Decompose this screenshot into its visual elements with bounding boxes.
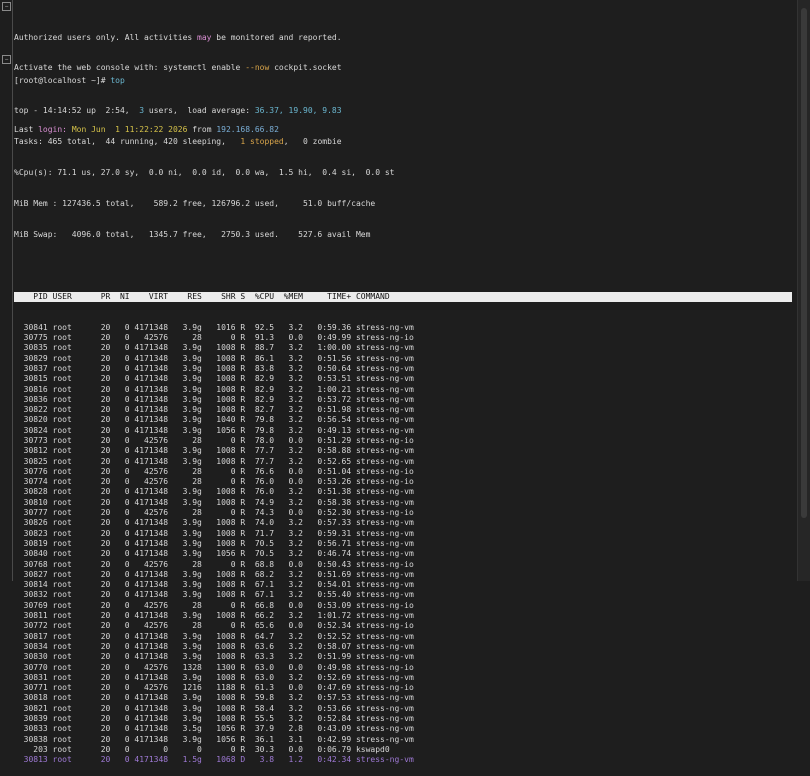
uptime-line: top - 14:14:52 up 2:54, 3 users, load av… bbox=[14, 106, 342, 116]
process-row: 30771 root 20 0 42576 1216 1188 R 61.3 0… bbox=[14, 683, 414, 693]
process-row: 30773 root 20 0 42576 28 0 R 78.0 0.0 0:… bbox=[14, 435, 414, 445]
process-row: 30821 root 20 0 4171348 3.9g 1008 R 58.4… bbox=[14, 703, 414, 713]
shell-prompt[interactable]: [root@localhost ~]# top bbox=[14, 76, 792, 86]
process-row: 30769 root 20 0 42576 28 0 R 66.8 0.0 0:… bbox=[14, 600, 414, 610]
process-row: 203 root 20 0 0 0 0 R 30.3 0.0 0:06.79 k… bbox=[14, 744, 390, 754]
process-row: 30823 root 20 0 4171348 3.9g 1008 R 71.7… bbox=[14, 528, 414, 538]
scrollbar-thumb[interactable] bbox=[801, 8, 807, 518]
process-row: 30824 root 20 0 4171348 3.9g 1056 R 79.8… bbox=[14, 425, 414, 435]
process-row: 30817 root 20 0 4171348 3.9g 1008 R 64.7… bbox=[14, 631, 414, 641]
process-row: 30812 root 20 0 4171348 3.9g 1008 R 77.7… bbox=[14, 446, 414, 456]
mem-line: MiB Mem : 127436.5 total, 589.2 free, 12… bbox=[14, 199, 376, 209]
process-table-header: PID USER PR NI VIRT RES SHR S %CPU %MEM … bbox=[14, 291, 792, 303]
process-row: 30827 root 20 0 4171348 3.9g 1008 R 68.2… bbox=[14, 569, 414, 579]
process-row: 30811 root 20 0 4171348 3.9g 1008 R 66.2… bbox=[14, 611, 414, 621]
process-row: 30830 root 20 0 4171348 3.9g 1008 R 63.3… bbox=[14, 652, 414, 662]
process-row: 30775 root 20 0 42576 28 0 R 91.3 0.0 0:… bbox=[14, 333, 414, 343]
process-row: 30819 root 20 0 4171348 3.9g 1008 R 70.5… bbox=[14, 538, 414, 548]
tasks-line: Tasks: 465 total, 44 running, 420 sleepi… bbox=[14, 137, 342, 147]
banner-line: Authorized users only. All activities ma… bbox=[14, 32, 342, 42]
process-row: 30770 root 20 0 42576 1328 1300 R 63.0 0… bbox=[14, 662, 414, 672]
swap-line: MiB Swap: 4096.0 total, 1345.7 free, 275… bbox=[14, 230, 371, 240]
process-row: 30816 root 20 0 4171348 3.9g 1008 R 82.9… bbox=[14, 384, 414, 394]
process-row: 30777 root 20 0 42576 28 0 R 74.3 0.0 0:… bbox=[14, 508, 414, 518]
process-row: 30820 root 20 0 4171348 3.9g 1040 R 79.8… bbox=[14, 415, 414, 425]
process-row: 30828 root 20 0 4171348 3.9g 1008 R 76.0… bbox=[14, 487, 414, 497]
terminal-gutter: − − bbox=[0, 0, 12, 581]
process-row: 30818 root 20 0 4171348 3.9g 1008 R 59.8… bbox=[14, 693, 414, 703]
process-row: 30829 root 20 0 4171348 3.9g 1008 R 86.1… bbox=[14, 353, 414, 363]
collapse-block-icon[interactable]: − bbox=[2, 2, 11, 11]
process-row: 30822 root 20 0 4171348 3.9g 1008 R 82.7… bbox=[14, 405, 414, 415]
process-row: 30810 root 20 0 4171348 3.9g 1008 R 74.9… bbox=[14, 497, 414, 507]
process-row: 30838 root 20 0 4171348 3.9g 1056 R 36.1… bbox=[14, 734, 414, 744]
scrollbar[interactable] bbox=[797, 0, 810, 581]
process-row: 30834 root 20 0 4171348 3.9g 1008 R 63.6… bbox=[14, 641, 414, 651]
process-row: 30840 root 20 0 4171348 3.9g 1056 R 70.5… bbox=[14, 549, 414, 559]
process-row: 30814 root 20 0 4171348 3.9g 1008 R 67.1… bbox=[14, 580, 414, 590]
process-row: 30837 root 20 0 4171348 3.9g 1008 R 83.8… bbox=[14, 363, 414, 373]
process-row: 30832 root 20 0 4171348 3.9g 1008 R 67.1… bbox=[14, 590, 414, 600]
process-row: 30831 root 20 0 4171348 3.9g 1008 R 63.0… bbox=[14, 672, 414, 682]
process-row: 30825 root 20 0 4171348 3.9g 1008 R 77.7… bbox=[14, 456, 414, 466]
process-row: 30841 root 20 0 4171348 3.9g 1016 R 92.5… bbox=[14, 322, 414, 332]
process-row: 30768 root 20 0 42576 28 0 R 68.8 0.0 0:… bbox=[14, 559, 414, 569]
process-row: 30833 root 20 0 4171348 3.5g 1056 R 37.9… bbox=[14, 724, 414, 734]
collapse-block-icon[interactable]: − bbox=[2, 55, 11, 64]
process-row: 30839 root 20 0 4171348 3.9g 1008 R 55.5… bbox=[14, 714, 414, 723]
process-row: 30776 root 20 0 42576 28 0 R 76.6 0.0 0:… bbox=[14, 466, 414, 476]
process-row: 30774 root 20 0 42576 28 0 R 76.0 0.0 0:… bbox=[14, 477, 414, 487]
process-row: 30813 root 20 0 4171348 1.5g 1068 D 3.8 … bbox=[14, 755, 414, 765]
process-table: 30841 root 20 0 4171348 3.9g 1016 R 92.5… bbox=[14, 323, 792, 766]
process-row: 30826 root 20 0 4171348 3.9g 1008 R 74.0… bbox=[14, 518, 414, 528]
process-row: 30772 root 20 0 42576 28 0 R 65.6 0.0 0:… bbox=[14, 621, 414, 631]
process-row: 30836 root 20 0 4171348 3.9g 1008 R 82.9… bbox=[14, 394, 414, 404]
top-output: [root@localhost ~]# top top - 14:14:52 u… bbox=[14, 55, 792, 776]
cpu-line: %Cpu(s): 71.1 us, 27.0 sy, 0.0 ni, 0.0 i… bbox=[14, 168, 395, 178]
process-row: 30815 root 20 0 4171348 3.9g 1008 R 82.9… bbox=[14, 374, 414, 384]
process-row: 30835 root 20 0 4171348 3.9g 1008 R 88.7… bbox=[14, 343, 414, 353]
